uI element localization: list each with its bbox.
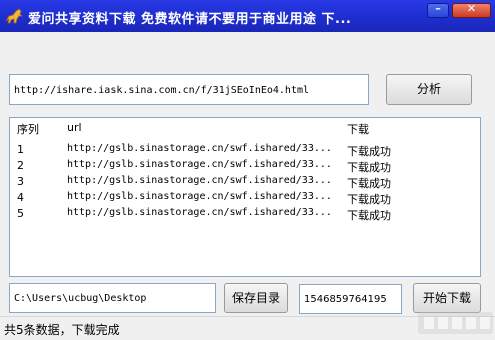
row-url: http://gslb.sinastorage.cn/swf.ishared/3… [67, 207, 332, 218]
row-url: http://gslb.sinastorage.cn/swf.ishared/3… [67, 159, 332, 170]
column-header-index[interactable]: 序列 [17, 121, 39, 137]
list-row[interactable]: 5 http://gslb.sinastorage.cn/swf.ishared… [10, 207, 480, 223]
row-status: 下载成功 [347, 193, 391, 206]
list-row[interactable]: 3 http://gslb.sinastorage.cn/swf.ishared… [10, 175, 480, 191]
row-status: 下载成功 [347, 161, 391, 174]
row-url: http://gslb.sinastorage.cn/swf.ishared/3… [67, 175, 332, 186]
column-header-url[interactable]: url [67, 121, 82, 134]
minimize-icon: – [435, 2, 441, 15]
row-index: 1 [17, 143, 24, 156]
url-input[interactable]: http://ishare.iask.sina.com.cn/f/31jSEoI… [9, 74, 369, 105]
row-index: 5 [17, 207, 24, 220]
list-row[interactable]: 1 http://gslb.sinastorage.cn/swf.ishared… [10, 143, 480, 159]
window-title: 爱问共享资料下载 免费软件请不要用于商业用途 下... [28, 12, 352, 27]
row-status: 下载成功 [347, 209, 391, 222]
analyze-button[interactable]: 分析 [386, 74, 472, 105]
watermark-logo [418, 312, 493, 334]
close-button[interactable]: ✕ [452, 2, 491, 18]
row-index: 2 [17, 159, 24, 172]
row-index: 3 [17, 175, 24, 188]
horse-icon [5, 8, 23, 24]
status-text: 共5条数据，下载完成 [4, 323, 120, 337]
row-url: http://gslb.sinastorage.cn/swf.ishared/3… [67, 191, 332, 202]
column-header-status[interactable]: 下载 [347, 121, 369, 137]
count-input[interactable]: 1546859764195 [299, 284, 402, 314]
row-index: 4 [17, 191, 24, 204]
row-status: 下载成功 [347, 177, 391, 190]
save-directory-button[interactable]: 保存目录 [224, 283, 288, 313]
list-header: 序列 url 下载 [10, 118, 480, 138]
download-list[interactable]: 序列 url 下载 1 http://gslb.sinastorage.cn/s… [9, 117, 481, 277]
close-icon: ✕ [466, 2, 477, 15]
list-row[interactable]: 2 http://gslb.sinastorage.cn/swf.ishared… [10, 159, 480, 175]
title-bar[interactable]: 爱问共享资料下载 免费软件请不要用于商业用途 下... – ✕ [0, 0, 495, 32]
row-url: http://gslb.sinastorage.cn/swf.ishared/3… [67, 143, 332, 154]
minimize-button[interactable]: – [427, 2, 449, 18]
save-path-input[interactable]: C:\Users\ucbug\Desktop [9, 283, 216, 313]
row-status: 下载成功 [347, 145, 391, 158]
list-row[interactable]: 4 http://gslb.sinastorage.cn/swf.ishared… [10, 191, 480, 207]
